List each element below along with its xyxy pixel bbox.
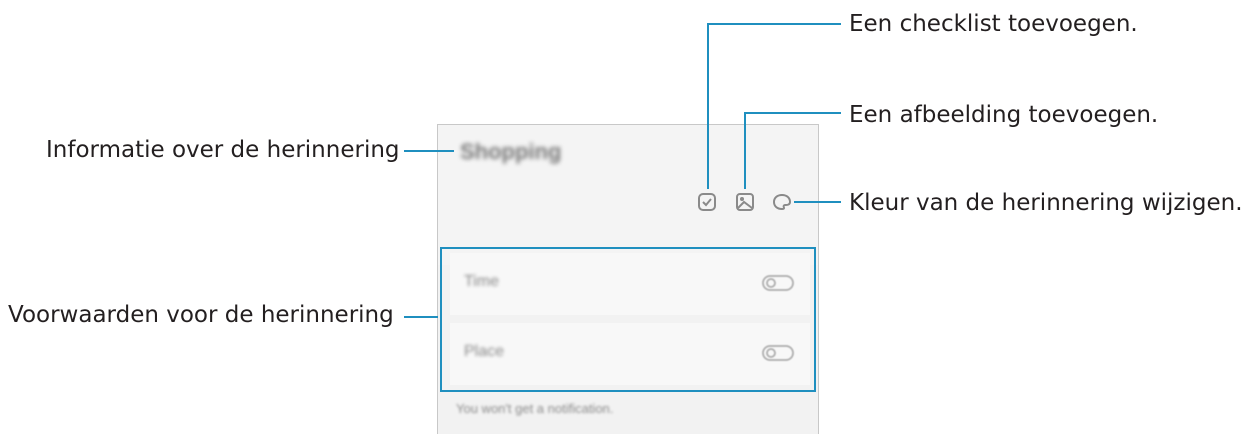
condition-label: Place	[464, 343, 505, 360]
callout-image: Een afbeelding toevoegen.	[849, 102, 1159, 128]
callout-checklist: Een checklist toevoegen.	[849, 11, 1138, 37]
notification-hint: You won't get a notification.	[456, 401, 614, 416]
time-toggle[interactable]	[762, 275, 794, 291]
condition-row-place[interactable]: Place	[450, 323, 810, 385]
condition-label: Time	[464, 273, 499, 290]
image-icon[interactable]	[735, 192, 755, 212]
callout-line-info	[404, 150, 454, 152]
callout-line-image-h	[744, 112, 841, 114]
condition-row-time[interactable]: Time	[450, 253, 810, 315]
callout-line-color	[794, 201, 841, 203]
reminder-note-card: Shopping	[438, 125, 818, 265]
place-toggle[interactable]	[762, 345, 794, 361]
palette-icon[interactable]	[772, 193, 792, 211]
callout-line-conditions	[404, 316, 438, 318]
callout-line-checklist	[707, 23, 709, 189]
conditions-highlight: Time Place	[440, 247, 816, 392]
callout-line-image	[744, 112, 746, 189]
callout-line-checklist-h	[707, 23, 841, 25]
checklist-icon[interactable]	[697, 192, 717, 212]
reminder-screen: Shopping Time Place You won't get a noti…	[437, 124, 819, 434]
callout-info: Informatie over de herinnering	[46, 137, 400, 163]
callout-conditions: Voorwaarden voor de herinnering	[8, 302, 394, 328]
callout-color: Kleur van de herinnering wijzigen.	[849, 190, 1243, 216]
reminder-title[interactable]: Shopping	[460, 139, 561, 165]
